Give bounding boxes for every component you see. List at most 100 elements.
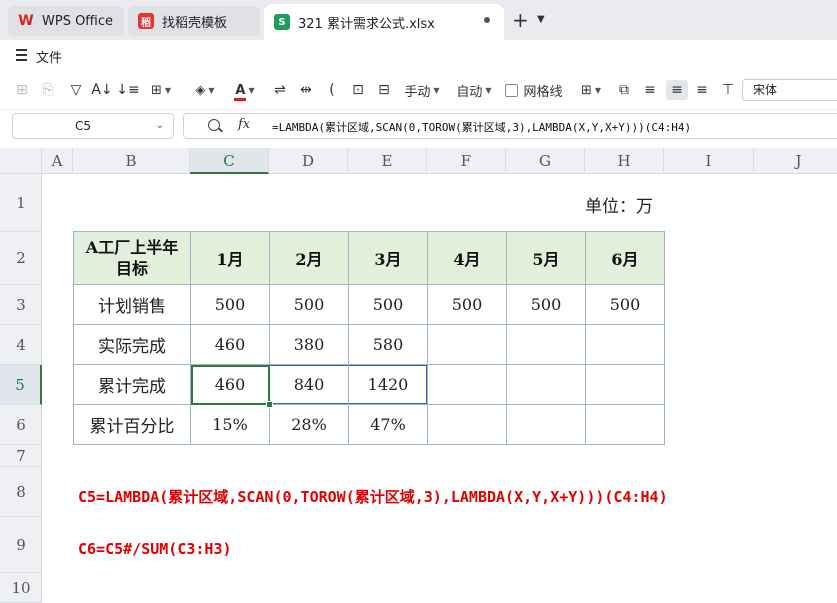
paste-format-icon[interactable]: ⎘ [38,80,58,100]
active-cell-c5[interactable]: 460 [190,364,274,409]
font-color-button[interactable]: A ▼ [230,80,260,101]
month-header[interactable]: 5月 [506,231,586,285]
table-cell[interactable]: 380 [269,324,349,365]
chevron-down-icon[interactable]: ⌄ [156,114,164,138]
row-label[interactable]: 计划销售 [73,284,191,325]
align-right-icon[interactable]: ≡ [692,80,712,100]
zoom-icon[interactable] [208,119,220,131]
column-width-icon[interactable]: ⇹ [296,80,316,100]
column-header-c[interactable]: C [190,148,269,174]
chevron-down-icon[interactable]: ▼ [537,14,545,25]
file-menu[interactable]: 文件 [36,47,62,66]
row-label[interactable]: 累计百分比 [73,404,191,445]
clear-format-icon[interactable]: ⧉ [614,80,634,100]
column-header-g[interactable]: G [506,148,585,174]
formula-input[interactable]: fx =LAMBDA(累计区域,SCAN(0,TOROW(累计区域,3),LAM… [183,113,837,139]
column-header-i[interactable]: I [664,148,754,174]
tab-wps-office[interactable]: W WPS Office [8,6,124,36]
target-table: A工厂上半年目标 1月 2月 3月 4月 5月 6月 计划销售 500 500 … [73,231,665,445]
table-cell[interactable] [506,364,586,405]
align-center-icon[interactable]: ≡ [666,80,688,100]
tab-workbook[interactable]: S 321 累计需求公式.xlsx [264,4,504,40]
goto-icon[interactable]: ⊟ [374,80,394,100]
column-header-f[interactable]: F [427,148,506,174]
calc-manual-button[interactable]: 手动 ▼ [400,80,444,100]
row-header-3[interactable]: 3 [0,285,42,325]
table-cell[interactable]: 500 [506,284,586,325]
month-header[interactable]: 1月 [190,231,270,285]
corner-header-text: A工厂上半年目标 [85,238,179,278]
month-header[interactable]: 3月 [348,231,428,285]
formula-note-c5[interactable]: C5=LAMBDA(累计区域,SCAN(0,TOROW(累计区域,3),LAMB… [78,486,668,507]
table-cell[interactable] [585,364,665,405]
table-cell[interactable] [585,404,665,445]
gridlines-toggle[interactable]: 网格线 [504,80,564,100]
table-row: 累计完成 460 840 1420 [73,364,665,409]
table-corner-header[interactable]: A工厂上半年目标 [73,231,191,285]
row-header-1[interactable]: 1 [0,174,42,232]
sort-ascending-icon[interactable]: A↓ [91,80,112,100]
table-cell[interactable]: 15% [190,404,270,445]
table-cell[interactable] [427,364,507,405]
sort-descending-icon[interactable]: ↓≡ [116,80,139,100]
tab-daoke-templates[interactable]: 稻 找稻壳模板 [128,6,260,36]
calc-auto-button[interactable]: 自动 ▼ [452,80,496,100]
row-header-2[interactable]: 2 [0,232,42,285]
table-cell[interactable]: 500 [427,284,507,325]
fill-color-button[interactable]: ◈ ▼ [190,80,220,100]
font-name-select[interactable]: 宋体 [742,79,837,101]
table-cell[interactable] [427,404,507,445]
table-cell[interactable] [506,324,586,365]
column-header-h[interactable]: H [585,148,664,174]
unit-label[interactable]: 单位：万 [585,192,653,217]
insert-function-fx-icon[interactable]: fx [238,117,250,132]
column-header-a[interactable]: A [42,148,73,174]
month-header[interactable]: 6月 [585,231,665,285]
freeze-pane-icon[interactable]: ⊡ [348,80,368,100]
name-box[interactable]: C5 ⌄ [12,113,174,139]
table-cell[interactable]: 1420 [348,364,428,405]
row-header-6[interactable]: 6 [0,405,42,445]
column-header-d[interactable]: D [269,148,348,174]
row-header-10[interactable]: 10 [0,573,42,603]
table-cell[interactable]: 500 [190,284,270,325]
row-header-8[interactable]: 8 [0,467,42,517]
hamburger-menu-icon[interactable] [16,49,27,61]
table-cell[interactable]: 840 [269,364,349,405]
table-cell[interactable]: 500 [348,284,428,325]
month-header[interactable]: 4月 [427,231,507,285]
row-header-7[interactable]: 7 [0,445,42,467]
column-header-b[interactable]: B [73,148,190,174]
row-label[interactable]: 累计完成 [73,364,191,405]
table-cell[interactable]: 580 [348,324,428,365]
gridlines-checkbox[interactable] [505,83,519,97]
table-cell[interactable] [585,324,665,365]
new-tab-icon[interactable]: + [512,8,529,32]
row-label[interactable]: 实际完成 [73,324,191,365]
table-cell[interactable]: 47% [348,404,428,445]
table-cell[interactable]: 500 [585,284,665,325]
formula-note-c6[interactable]: C6=C5#/SUM(C3:H3) [78,540,232,558]
align-top-icon[interactable]: ⊤ [718,80,738,100]
wps-logo-icon: W [18,13,34,29]
align-left-icon[interactable]: ≡ [640,80,660,100]
cell-style-button[interactable]: ⊞ ▼ [576,80,606,100]
row-header-9[interactable]: 9 [0,517,42,573]
wrap-text-icon[interactable]: ⇌ [270,80,290,100]
table-cell[interactable]: 460 [190,324,270,365]
column-header-e[interactable]: E [348,148,427,174]
table-cell[interactable] [506,404,586,445]
row-header-5[interactable]: 5 [0,365,42,405]
column-header-j[interactable]: J [754,148,837,174]
filter-icon[interactable]: ▽ [66,80,86,100]
table-cell[interactable]: 500 [269,284,349,325]
month-header[interactable]: 2月 [269,231,349,285]
borders-button[interactable]: ⊞ ▼ [146,80,176,100]
row-header-4[interactable]: 4 [0,325,42,365]
insert-function-icon[interactable]: ( [322,80,342,100]
table-cell[interactable]: 28% [269,404,349,445]
table-cell[interactable] [427,324,507,365]
number-format-icon[interactable]: ⊞ [12,80,32,100]
close-tab-icon[interactable] [484,17,490,23]
select-all-corner[interactable] [0,148,42,174]
